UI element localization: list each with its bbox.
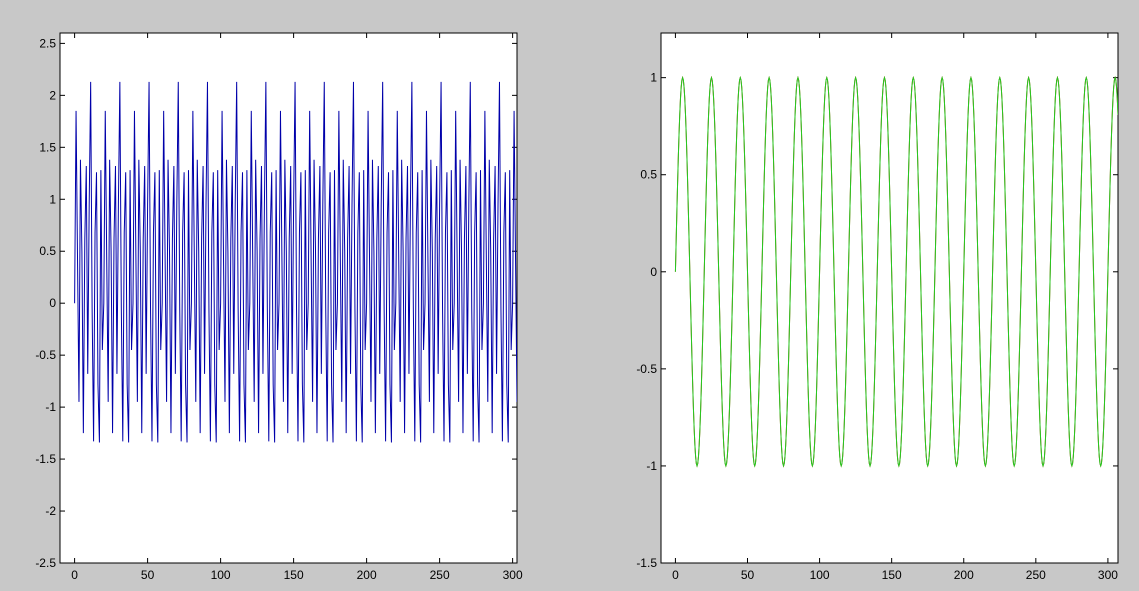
y-tick-label: -1.5 <box>35 452 56 466</box>
y-tick-label: -1.5 <box>636 556 657 570</box>
y-tick-label: 0.5 <box>640 168 657 182</box>
figure-canvas: 0 50 100 150 200 250 300-2.5-2-1.5-1-0.500.511… <box>35 32 1119 582</box>
left-plot-axes: 0 50 100 150 200 250 300 -2.5 -2 -1.5 -1 -0.5 0 0.5 1 1… <box>35 32 523 582</box>
y-tick-label: 0 <box>650 265 657 279</box>
y-tick-label: -0.5 <box>636 362 657 376</box>
x-tick-label: 0 <box>71 568 78 582</box>
y-tick-label: 2.5 <box>39 36 56 50</box>
y-tick-label: -0.5 <box>35 348 56 362</box>
x-tick-label: 150 <box>284 568 304 582</box>
x-tick-label: 250 <box>430 568 450 582</box>
x-tick-label: 300 <box>1098 568 1118 582</box>
y-tick-label: 1.5 <box>39 140 56 154</box>
x-tick-label: 0 <box>672 568 679 582</box>
x-tick-label: 250 <box>1026 568 1046 582</box>
x-tick-label: 200 <box>954 568 974 582</box>
y-tick-label: -2.5 <box>35 556 56 570</box>
x-tick-label: 50 <box>741 568 755 582</box>
y-tick-label: 1 <box>650 71 657 85</box>
x-tick-label: 150 <box>882 568 902 582</box>
x-tick-label: 100 <box>810 568 830 582</box>
y-tick-label: 1 <box>49 192 56 206</box>
y-tick-label: -2 <box>45 504 56 518</box>
x-tick-label: 300 <box>503 568 523 582</box>
y-tick-label: 2 <box>49 88 56 102</box>
x-tick-label: 100 <box>211 568 231 582</box>
y-tick-label: 0.5 <box>39 244 56 258</box>
y-tick-label: -1 <box>646 459 657 473</box>
y-tick-label: -1 <box>45 400 56 414</box>
y-tick-label: 0 <box>49 296 56 310</box>
x-tick-label: 50 <box>141 568 155 582</box>
right-plot-axes: 0 50 100 150 200 250 300 -1.5 -1 -0.5 0 0.5 1 <box>636 32 1119 582</box>
x-tick-label: 200 <box>357 568 377 582</box>
